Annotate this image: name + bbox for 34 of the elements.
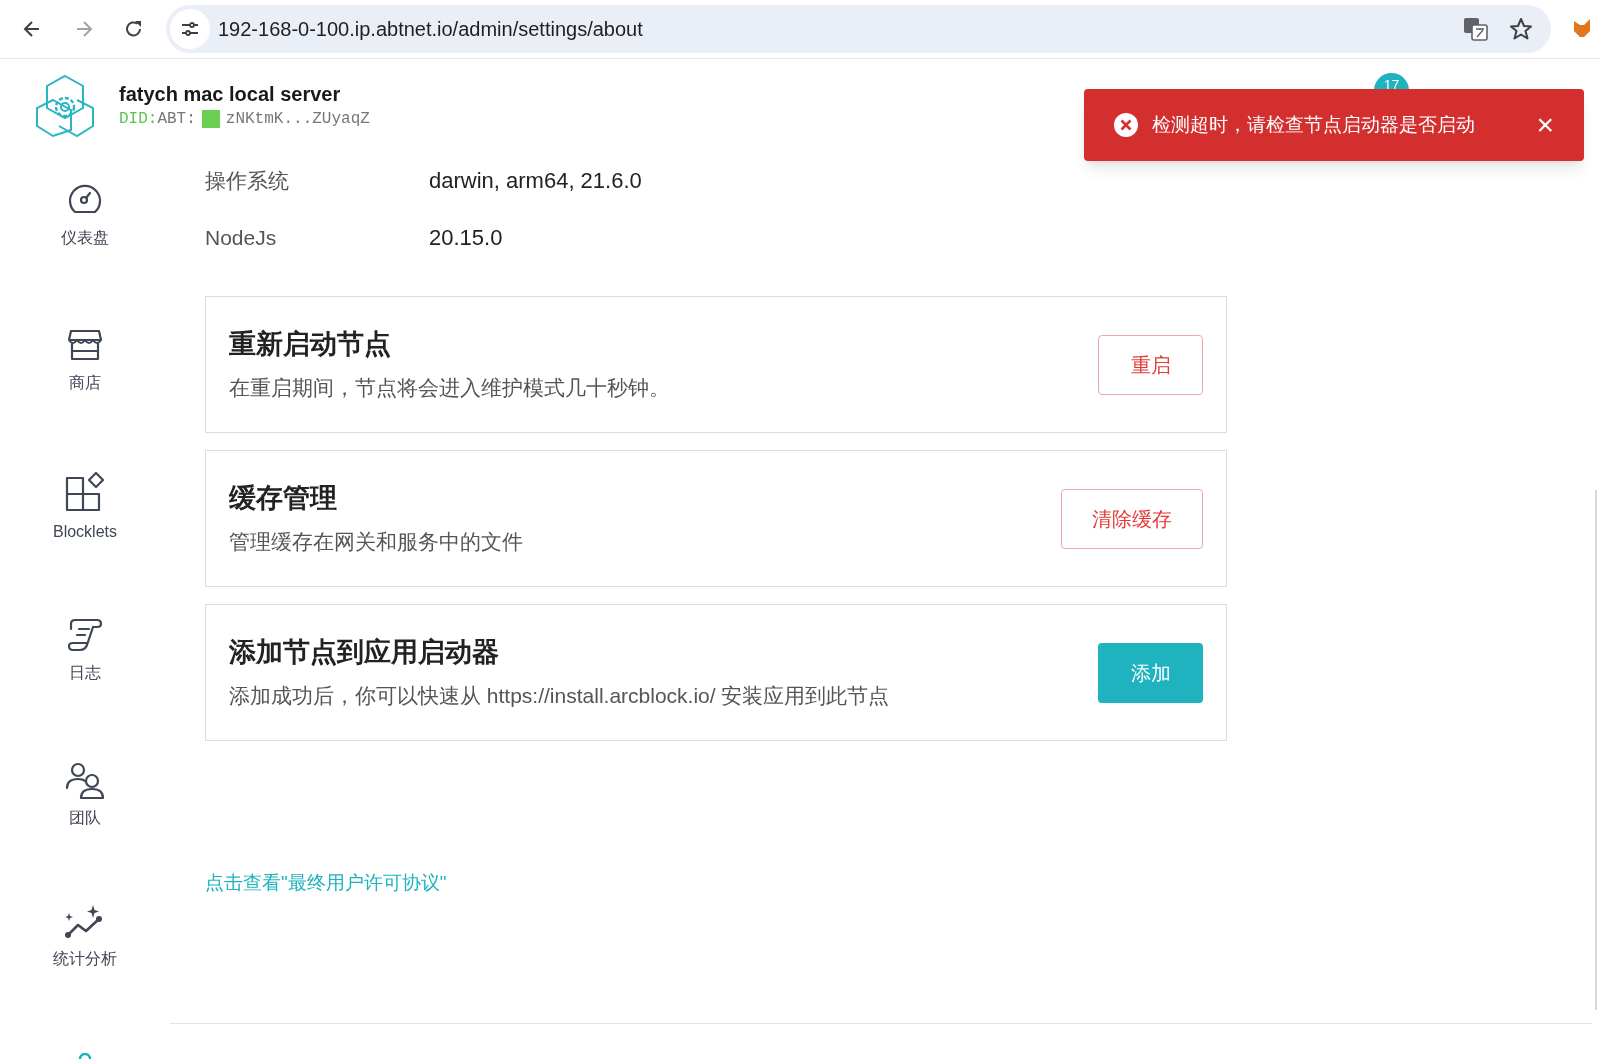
- error-icon: [1114, 113, 1138, 137]
- card-title: 添加节点到应用启动器: [229, 636, 500, 670]
- url-text: 192-168-0-100.ip.abtnet.io/admin/settings/about: [218, 17, 644, 42]
- did-address: DID:ABT: zNKtmK...ZUyaqZ: [119, 108, 370, 130]
- address-bar[interactable]: 192-168-0-100.ip.abtnet.io/admin/settings/about: [166, 5, 1551, 53]
- sidebar-item[interactable]: 团队: [25, 754, 145, 899]
- card-description: 在重启期间，节点将会进入维护模式几十秒钟。: [229, 374, 671, 401]
- blocks-icon: [63, 470, 107, 514]
- did-avatar-icon: [201, 109, 220, 128]
- star-icon[interactable]: [1509, 17, 1533, 41]
- server-name: fatych mac local server: [119, 81, 342, 107]
- error-message: 检测超时，请检查节点启动器是否启动: [1152, 112, 1476, 137]
- card-title: 缓存管理: [229, 482, 338, 516]
- sidebar-item[interactable]: 日志: [25, 609, 145, 754]
- reload-icon[interactable]: [124, 19, 144, 39]
- info-label: NodeJs: [205, 224, 278, 251]
- people-icon: [63, 760, 107, 800]
- info-value: darwin, arm64, 21.6.0: [429, 167, 642, 195]
- translate-icon[interactable]: [1463, 16, 1489, 42]
- card-description: 添加成功后，你可以快速从 https://install.arcblock.io/ 安装应用到此节点: [229, 682, 891, 709]
- site-settings-icon[interactable]: [170, 9, 210, 49]
- action-button[interactable]: 清除缓存: [1061, 488, 1203, 549]
- sidebar-item[interactable]: Blocklets: [25, 464, 145, 609]
- sidebar-item[interactable]: 商店: [25, 319, 145, 464]
- action-button[interactable]: 重启: [1098, 334, 1203, 395]
- sidebar-item[interactable]: 统计分析: [25, 899, 145, 1044]
- info-value: 20.15.0: [429, 224, 503, 252]
- info-label: 操作系统: [205, 167, 290, 194]
- close-button[interactable]: ×: [1536, 110, 1554, 140]
- card-title: 重新启动节点: [229, 328, 392, 362]
- card-description: 管理缓存在网关和服务中的文件: [229, 528, 524, 555]
- sidebar-item[interactable]: 仪表盘: [25, 174, 145, 319]
- hexagon-gear-logo: [33, 73, 97, 138]
- back-icon[interactable]: [22, 19, 42, 39]
